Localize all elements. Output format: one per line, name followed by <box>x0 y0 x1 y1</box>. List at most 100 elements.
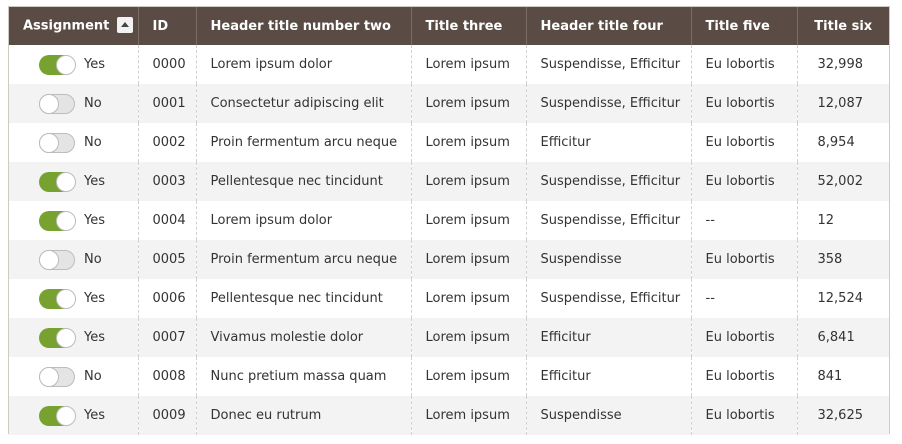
table-row[interactable]: Yes 0004 Lorem ipsum dolor Lorem ipsum Suspe… <box>9 201 889 240</box>
cell-assignment: Yes <box>9 396 139 435</box>
table-row[interactable]: Yes 0006 Pellentesque nec tincidunt Lorem i… <box>9 279 889 318</box>
column-header-title-two[interactable]: Header title number two <box>196 7 412 45</box>
cell-title-three: Lorem ipsum <box>411 318 527 357</box>
toggle-knob <box>56 405 76 426</box>
cell-title-four: Suspendisse, Efficitur <box>526 201 692 240</box>
table-row[interactable]: No 0008 Nunc pretium massa quam Lorem ipsum… <box>9 357 889 396</box>
cell-title-three: Lorem ipsum <box>411 240 527 279</box>
assignment-toggle[interactable] <box>39 93 75 114</box>
column-header-id[interactable]: ID <box>138 7 197 45</box>
assignment-label: Yes <box>84 174 105 189</box>
column-header-title-three[interactable]: Title three <box>411 7 527 45</box>
cell-title-two: Nunc pretium massa quam <box>196 357 412 396</box>
cell-title-two: Pellentesque nec tincidunt <box>196 162 412 201</box>
table-row[interactable]: Yes 0009 Donec eu rutrum Lorem ipsum Suspend… <box>9 396 889 435</box>
cell-title-five: -- <box>691 201 798 240</box>
cell-title-two: Consectetur adipiscing elit <box>196 84 412 123</box>
cell-title-two: Lorem ipsum dolor <box>196 201 412 240</box>
cell-title-four: Suspendisse, Efficitur <box>526 279 692 318</box>
cell-title-three: Lorem ipsum <box>411 162 527 201</box>
assignment-toggle[interactable] <box>39 210 76 231</box>
column-header-title-six[interactable]: Title six <box>797 7 889 45</box>
table-row[interactable]: No 0001 Consectetur adipiscing elit Lorem i… <box>9 84 889 123</box>
table-row[interactable]: Yes 0007 Vivamus molestie dolor Lorem ipsum… <box>9 318 889 357</box>
cell-title-four: Suspendisse <box>526 240 692 279</box>
cell-title-five: Eu lobortis <box>691 123 798 162</box>
assignment-toggle[interactable] <box>39 288 76 309</box>
cell-id: 0000 <box>138 45 197 84</box>
toggle-knob <box>56 171 76 192</box>
table-row[interactable]: Yes 0000 Lorem ipsum dolor Lorem ipsum Suspe… <box>9 45 889 84</box>
sort-ascending-icon[interactable] <box>117 17 134 33</box>
cell-title-five: -- <box>691 279 798 318</box>
cell-id: 0004 <box>138 201 197 240</box>
toggle-knob <box>39 366 59 387</box>
cell-title-two: Proin fermentum arcu neque <box>196 240 412 279</box>
cell-title-six: 6,841 <box>817 330 855 345</box>
cell-title-six: 358 <box>817 252 843 267</box>
cell-assignment: Yes <box>9 162 139 201</box>
data-table: Assignment ID Header title number two Ti… <box>9 7 889 435</box>
toggle-knob <box>56 54 76 75</box>
toggle-knob <box>56 210 76 231</box>
column-header-label: Header title number two <box>210 18 391 34</box>
header-row: Assignment ID Header title number two Ti… <box>9 7 889 45</box>
cell-title-three: Lorem ipsum <box>411 201 527 240</box>
assignment-toggle[interactable] <box>39 132 75 153</box>
cell-title-three: Lorem ipsum <box>411 123 527 162</box>
assignment-label: Yes <box>84 330 105 345</box>
column-header-assignment[interactable]: Assignment <box>9 7 139 45</box>
assignment-toggle[interactable] <box>39 171 76 192</box>
assignment-label: Yes <box>84 291 105 306</box>
assignment-toggle[interactable] <box>39 366 75 387</box>
cell-title-five: Eu lobortis <box>691 396 798 435</box>
column-header-label: Header title four <box>540 18 663 34</box>
cell-assignment: No <box>9 240 139 279</box>
cell-title-six: 8,954 <box>817 135 855 150</box>
cell-id: 0005 <box>138 240 197 279</box>
cell-title-six: 841 <box>817 369 843 384</box>
data-table-container: Assignment ID Header title number two Ti… <box>8 6 890 435</box>
toggle-knob <box>39 93 59 114</box>
column-header-label: Title three <box>425 18 503 34</box>
assignment-label: Yes <box>84 213 105 228</box>
cell-id: 0008 <box>138 357 197 396</box>
cell-title-six: 32,998 <box>817 57 864 72</box>
toggle-knob <box>56 288 76 309</box>
cell-title-two: Lorem ipsum dolor <box>196 45 412 84</box>
column-header-label: Title six <box>814 18 873 34</box>
table-row[interactable]: Yes 0003 Pellentesque nec tincidunt Lorem i… <box>9 162 889 201</box>
column-header-title-five[interactable]: Title five <box>691 7 798 45</box>
cell-title-six: 12 <box>817 213 835 228</box>
cell-title-six: 12,524 <box>817 291 864 306</box>
column-header-title-four[interactable]: Header title four <box>526 7 692 45</box>
assignment-label: No <box>84 135 102 150</box>
cell-title-six: 12,087 <box>817 96 864 111</box>
assignment-label: Yes <box>84 57 105 72</box>
table-body: Yes 0000 Lorem ipsum dolor Lorem ipsum Suspe… <box>9 45 889 435</box>
cell-title-four: Suspendisse, Efficitur <box>526 84 692 123</box>
cell-title-four: Suspendisse <box>526 396 692 435</box>
cell-title-two: Donec eu rutrum <box>196 396 412 435</box>
cell-id: 0009 <box>138 396 197 435</box>
cell-title-two: Pellentesque nec tincidunt <box>196 279 412 318</box>
assignment-toggle[interactable] <box>39 249 75 270</box>
toggle-knob <box>39 249 59 270</box>
cell-title-five: Eu lobortis <box>691 318 798 357</box>
cell-title-six: 52,002 <box>817 174 864 189</box>
assignment-toggle[interactable] <box>39 54 76 75</box>
assignment-toggle[interactable] <box>39 405 76 426</box>
assignment-label: No <box>84 369 102 384</box>
toggle-knob <box>56 327 76 348</box>
cell-title-four: Suspendisse, Efficitur <box>526 162 692 201</box>
assignment-toggle[interactable] <box>39 327 76 348</box>
cell-title-five: Eu lobortis <box>691 357 798 396</box>
table-row[interactable]: No 0005 Proin fermentum arcu neque Lorem ip… <box>9 240 889 279</box>
cell-id: 0007 <box>138 318 197 357</box>
column-header-label: Title five <box>705 18 770 34</box>
cell-title-four: Efficitur <box>526 357 692 396</box>
table-row[interactable]: No 0002 Proin fermentum arcu neque Lorem ip… <box>9 123 889 162</box>
cell-title-three: Lorem ipsum <box>411 84 527 123</box>
toggle-knob <box>39 132 59 153</box>
cell-title-two: Proin fermentum arcu neque <box>196 123 412 162</box>
